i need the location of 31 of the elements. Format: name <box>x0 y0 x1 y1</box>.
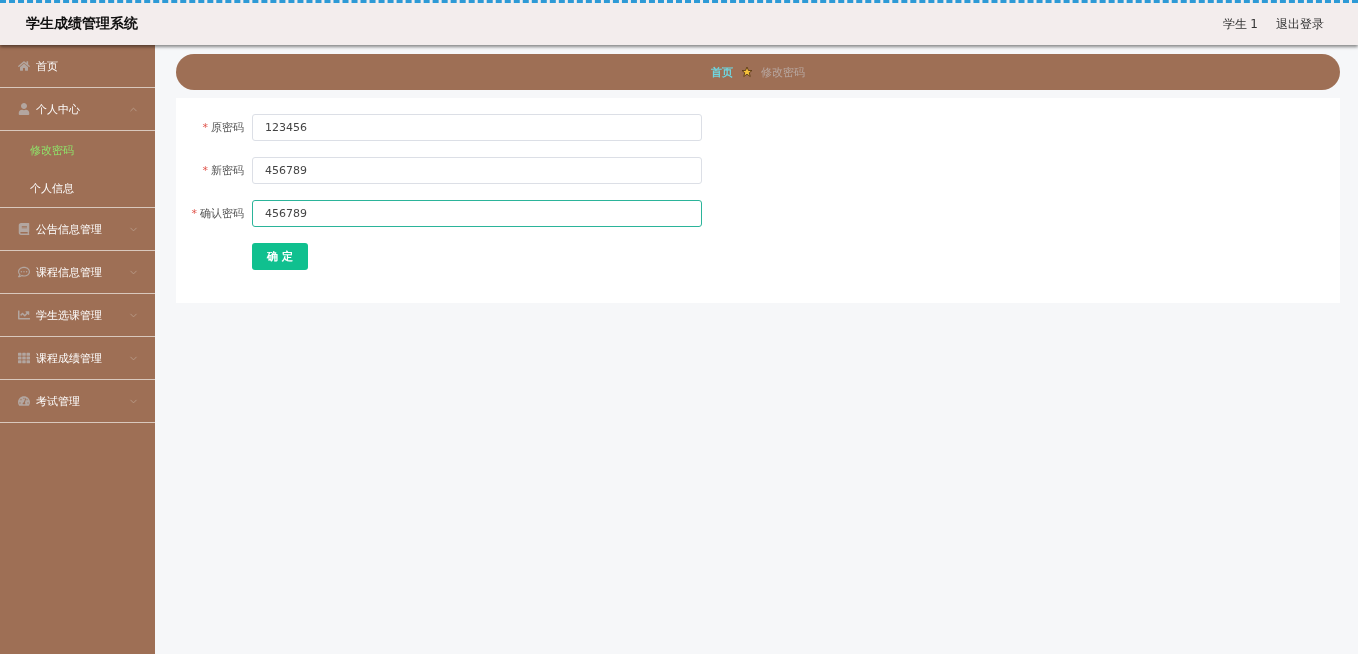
app-title: 学生成绩管理系统 <box>26 15 138 33</box>
grid-icon <box>18 352 30 364</box>
chart-icon <box>18 309 30 321</box>
required-mark: * <box>202 121 208 134</box>
gauge-icon <box>18 395 30 407</box>
password-field[interactable]: 123456 <box>252 114 702 141</box>
logout-link[interactable]: 退出登录 <box>1276 15 1324 33</box>
required-mark: * <box>202 164 208 177</box>
chat-icon <box>18 266 30 278</box>
sidebar-item[interactable]: 考试管理 <box>0 380 155 423</box>
sidebar-item[interactable]: 学生选课管理 <box>0 294 155 337</box>
password-field[interactable]: 456789 <box>252 200 702 227</box>
submenu-item[interactable]: 个人信息 <box>0 169 155 207</box>
sidebar-item[interactable]: 首页 <box>0 45 155 88</box>
sidebar-item[interactable]: 课程信息管理 <box>0 251 155 294</box>
confirm-button[interactable]: 确 定 <box>252 243 308 270</box>
sidebar-item[interactable]: 个人中心 <box>0 88 155 131</box>
field-label: 原密码 <box>211 120 245 135</box>
field-label: 新密码 <box>211 163 245 178</box>
home-icon <box>18 60 30 72</box>
required-mark: * <box>191 207 197 220</box>
user-name: 学生 1 <box>1222 15 1258 33</box>
submenu-item[interactable]: 修改密码 <box>0 131 155 169</box>
book-icon <box>18 223 30 235</box>
sidebar-item[interactable]: 公告信息管理 <box>0 208 155 251</box>
sidebar-item[interactable]: 课程成绩管理 <box>0 337 155 380</box>
password-field[interactable]: 456789 <box>252 157 702 184</box>
breadcrumb-link[interactable]: 首页 <box>711 64 733 80</box>
star-icon <box>741 66 753 78</box>
field-label: 确认密码 <box>200 206 245 221</box>
user-icon <box>18 103 30 115</box>
